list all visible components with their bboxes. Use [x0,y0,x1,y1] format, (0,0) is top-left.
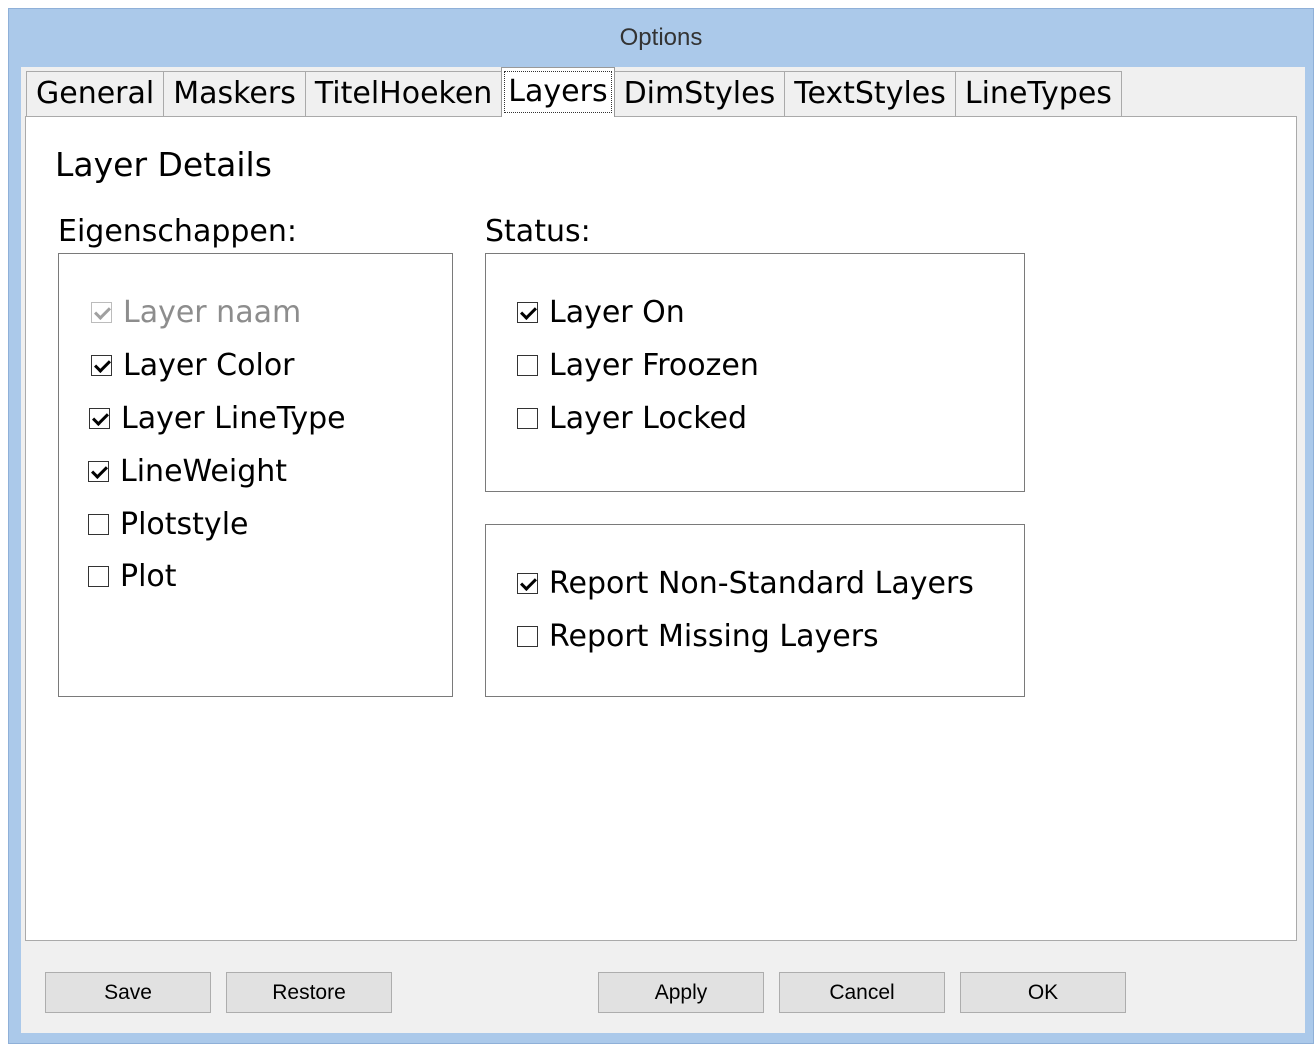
checkbox-layer-on[interactable]: Layer On [517,295,685,330]
checkbox-layer-color[interactable]: Layer Color [91,348,295,383]
tab-textstyles[interactable]: TextStyles [784,71,956,117]
page-heading: Layer Details [55,145,272,184]
checkbox-icon[interactable] [88,566,109,587]
restore-button[interactable]: Restore [226,972,392,1013]
checkbox-icon[interactable] [88,461,109,482]
apply-button[interactable]: Apply [598,972,764,1013]
checkbox-icon[interactable] [517,626,538,647]
checkbox-plot[interactable]: Plot [88,559,177,594]
status-group-label: Status: [485,214,591,249]
checkbox-icon[interactable] [89,408,110,429]
cancel-button[interactable]: Cancel [779,972,945,1013]
checkbox-layer-linetype[interactable]: Layer LineType [89,401,346,436]
checkbox-label: LineWeight [120,454,288,489]
checkbox-layer-naam: Layer naam [91,295,301,330]
ok-button[interactable]: OK [960,972,1126,1013]
checkbox-label: Layer Froozen [549,348,759,383]
checkbox-report-non-standard-layers[interactable]: Report Non-Standard Layers [517,566,974,601]
tab-linetypes[interactable]: LineTypes [954,71,1122,117]
tab-maskers[interactable]: Maskers [163,71,306,117]
checkbox-icon[interactable] [88,514,109,535]
report-group-box [485,524,1025,697]
properties-group-label: Eigenschappen: [58,214,297,249]
layers-tab-page: Layer Details Eigenschappen: Layer naam … [25,116,1297,941]
checkbox-lineweight[interactable]: LineWeight [88,454,287,489]
checkbox-label: Report Missing Layers [549,619,879,654]
tab-strip: General Maskers TitelHoeken Layers DimSt… [26,67,1122,117]
title-bar: Options [9,9,1313,67]
tab-layers-label: Layers [504,71,612,113]
checkbox-label: Report Non-Standard Layers [549,566,974,601]
checkbox-plotstyle[interactable]: Plotstyle [88,507,248,542]
checkbox-icon[interactable] [517,302,538,323]
checkbox-label: Plotstyle [120,507,249,542]
checkbox-label: Layer Color [123,348,295,383]
window-title: Options [619,24,703,51]
tab-titelhoeken[interactable]: TitelHoeken [304,71,503,117]
save-button[interactable]: Save [45,972,211,1013]
checkbox-icon [91,302,112,323]
dialog-client-area: General Maskers TitelHoeken Layers DimSt… [21,67,1305,1033]
checkbox-label: Layer naam [123,295,302,330]
checkbox-label: Layer LineType [121,401,346,436]
options-window: Options General Maskers TitelHoeken Laye… [8,8,1314,1044]
tab-layers[interactable]: Layers [501,67,615,117]
checkbox-label: Layer On [549,295,685,330]
checkbox-report-missing-layers[interactable]: Report Missing Layers [517,619,879,654]
checkbox-layer-froozen[interactable]: Layer Froozen [517,348,759,383]
checkbox-icon[interactable] [517,408,538,429]
tab-general[interactable]: General [26,71,165,117]
checkbox-icon[interactable] [91,355,112,376]
tab-dimstyles[interactable]: DimStyles [613,71,786,117]
checkbox-icon[interactable] [517,573,538,594]
checkbox-label: Plot [120,559,177,594]
checkbox-icon[interactable] [517,355,538,376]
checkbox-layer-locked[interactable]: Layer Locked [517,401,747,436]
checkbox-label: Layer Locked [549,401,748,436]
